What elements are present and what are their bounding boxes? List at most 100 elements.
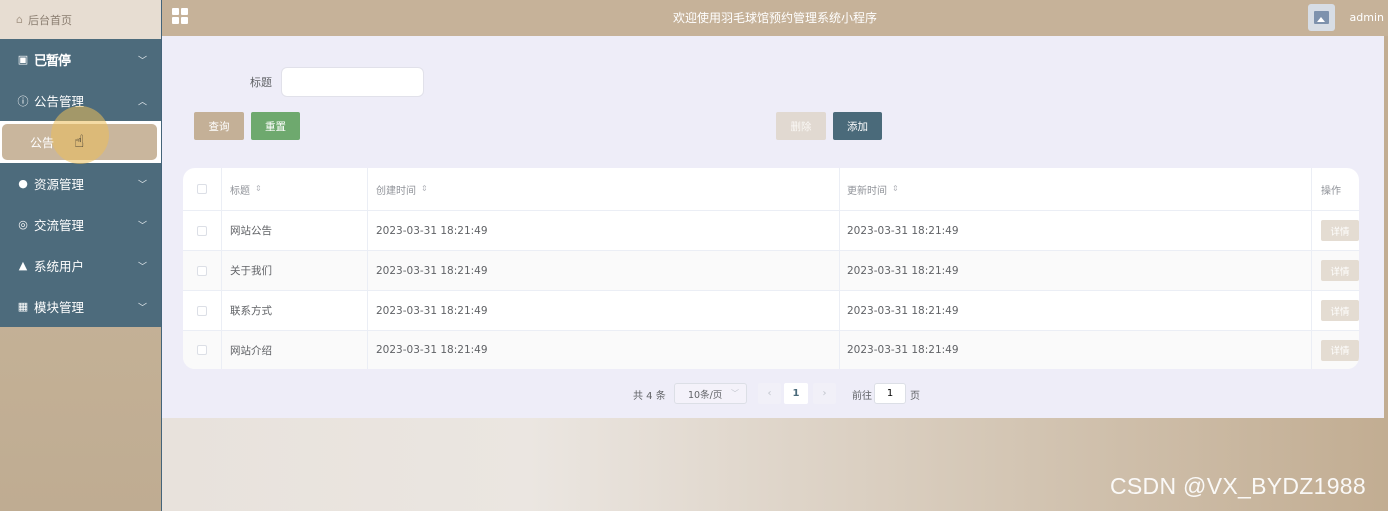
sidebar-item-label: 系统用户 [34,259,85,274]
chevron-down-icon: ﹀ [137,303,147,313]
row-checkbox-cell [183,331,222,369]
cell-updated: 2023-03-31 18:21:49 [840,291,1312,330]
cell-title: 关于我们 [222,251,368,290]
column-header-label: 创建时间 [376,185,416,197]
watermark: CSDN @VX_BYDZ1988 [1110,473,1366,499]
column-header-created[interactable]: 创建时间 ⇕ [368,168,840,210]
chevron-down-icon: ﹀ [731,389,739,398]
info-circle-icon: ⓘ [17,94,29,108]
cell-created: 2023-03-31 18:21:49 [368,291,840,330]
cell-actions: 详情 [1312,331,1359,369]
row-checkbox[interactable] [197,345,207,355]
add-button[interactable]: 添加 [833,112,882,140]
sidebar-menu: ▣ 已暂停 ﹀ ⓘ 公告管理 ︿ 公告 ☝ ● 资源管理 ﹀ ◎ 交流管理 ﹀ [0,39,161,327]
chat-icon: ◎ [18,218,28,231]
user-icon: ▲ [18,259,28,272]
cell-created: 2023-03-31 18:21:49 [368,251,840,290]
sidebar-item-label: 模块管理 [34,300,85,315]
pagination-total: 共 4 条 [633,391,666,402]
sidebar-home-label: 后台首页 [27,13,72,27]
sidebar-item-resource-management[interactable]: ● 资源管理 ﹀ [0,163,161,204]
detail-button[interactable]: 详情 [1321,220,1359,241]
detail-button[interactable]: 详情 [1321,300,1359,321]
chevron-left-icon: ‹ [767,388,772,399]
sidebar-subitem-label: 公告 [30,135,55,150]
image-placeholder-icon [1314,11,1329,24]
column-header-title[interactable]: 标题 ⇕ [222,168,368,210]
column-header-updated[interactable]: 更新时间 ⇕ [840,168,1312,210]
chevron-down-icon: ﹀ [137,262,147,272]
page-suffix-label: 页 [910,391,920,402]
sidebar-item-communication-management[interactable]: ◎ 交流管理 ﹀ [0,204,161,245]
column-header-label: 操作 [1321,185,1341,197]
cell-created: 2023-03-31 18:21:49 [368,211,840,250]
sidebar-item-paused[interactable]: ▣ 已暂停 ﹀ [0,39,161,80]
prev-page-button[interactable]: ‹ [758,383,781,404]
announcement-table: 标题 ⇕ 创建时间 ⇕ 更新时间 ⇕ 操作 网站公告 2023-03-31 18… [183,168,1359,369]
sidebar-item-system-users[interactable]: ▲ 系统用户 ﹀ [0,245,161,286]
grid-icon: ▦ [17,300,29,313]
table-row: 网站介绍 2023-03-31 18:21:49 2023-03-31 18:2… [183,331,1359,369]
cell-actions: 详情 [1312,251,1359,290]
row-checkbox-cell [183,211,222,250]
search-title-label: 标题 [250,76,272,89]
sidebar-item-label: 交流管理 [34,218,85,233]
column-header-label: 更新时间 [847,185,887,197]
row-checkbox[interactable] [197,225,207,236]
query-button[interactable]: 查询 [194,112,244,140]
detail-button[interactable]: 详情 [1321,260,1359,281]
sidebar-item-label: 已暂停 [34,54,71,69]
chevron-down-icon: ﹀ [137,56,147,66]
cell-title: 网站介绍 [222,331,368,369]
cell-title: 联系方式 [222,291,368,330]
sidebar-item-module-management[interactable]: ▦ 模块管理 ﹀ [0,286,161,327]
image-icon: ▣ [17,53,29,66]
row-checkbox[interactable] [197,265,207,276]
cell-actions: 详情 [1312,211,1359,250]
cell-updated: 2023-03-31 18:21:49 [840,331,1312,369]
sidebar: ⌂ 后台首页 ▣ 已暂停 ﹀ ⓘ 公告管理 ︿ 公告 ☝ ● 资源管理 ﹀ ◎ [0,0,162,511]
table-header-row: 标题 ⇕ 创建时间 ⇕ 更新时间 ⇕ 操作 [183,168,1359,211]
bulb-icon: ● [18,177,28,190]
row-checkbox-cell [183,291,222,330]
reset-button[interactable]: 重置 [251,112,300,140]
sidebar-subitem-announcement[interactable]: 公告 ☝ [2,106,157,164]
sidebar-submenu: 公告 ☝ [0,106,161,164]
cell-created: 2023-03-31 18:21:49 [368,331,840,369]
home-icon: ⌂ [16,13,23,26]
avatar[interactable] [1308,4,1335,31]
column-header-actions: 操作 [1312,168,1359,210]
delete-button[interactable]: 删除 [776,112,826,140]
header-checkbox-cell [183,168,222,210]
cell-updated: 2023-03-31 18:21:49 [840,251,1312,290]
username-label[interactable]: admin [1350,0,1384,36]
detail-button[interactable]: 详情 [1321,339,1359,361]
sort-icon[interactable]: ⇕ [421,185,428,193]
select-all-checkbox[interactable] [197,184,207,194]
page-size-select[interactable]: 10条/页 ﹀ [674,383,747,404]
main-area: 标题 查询 重置 删除 添加 标题 ⇕ 创建时间 ⇕ 更新时间 ⇕ 操作 网站公… [162,36,1388,511]
table-row: 网站公告 2023-03-31 18:21:49 2023-03-31 18:2… [183,211,1359,251]
page-number-current[interactable]: 1 [784,383,808,404]
chevron-down-icon: ﹀ [137,180,147,190]
page-title: 欢迎使用羽毛球馆预约管理系统小程序 [672,11,877,25]
page-size-value: 10条/页 [688,389,723,401]
sidebar-home-link[interactable]: ⌂ 后台首页 [0,0,161,39]
cell-updated: 2023-03-31 18:21:49 [840,211,1312,250]
sort-icon[interactable]: ⇕ [255,185,262,193]
row-checkbox[interactable] [197,305,207,316]
hand-cursor-icon: ☝ [74,132,85,152]
goto-label: 前往 [852,391,872,402]
sort-icon[interactable]: ⇕ [892,185,899,193]
table-row: 联系方式 2023-03-31 18:21:49 2023-03-31 18:2… [183,291,1359,331]
cell-title: 网站公告 [222,211,368,250]
top-bar: 欢迎使用羽毛球馆预约管理系统小程序 admin [162,0,1388,36]
goto-page-input[interactable] [874,383,906,404]
search-title-input[interactable] [281,67,424,97]
cell-actions: 详情 [1312,291,1359,330]
next-page-button[interactable]: › [813,383,836,404]
sidebar-item-label: 资源管理 [34,177,85,192]
row-checkbox-cell [183,251,222,290]
content-panel: 标题 查询 重置 删除 添加 标题 ⇕ 创建时间 ⇕ 更新时间 ⇕ 操作 网站公… [162,36,1384,418]
column-header-label: 标题 [230,185,250,197]
